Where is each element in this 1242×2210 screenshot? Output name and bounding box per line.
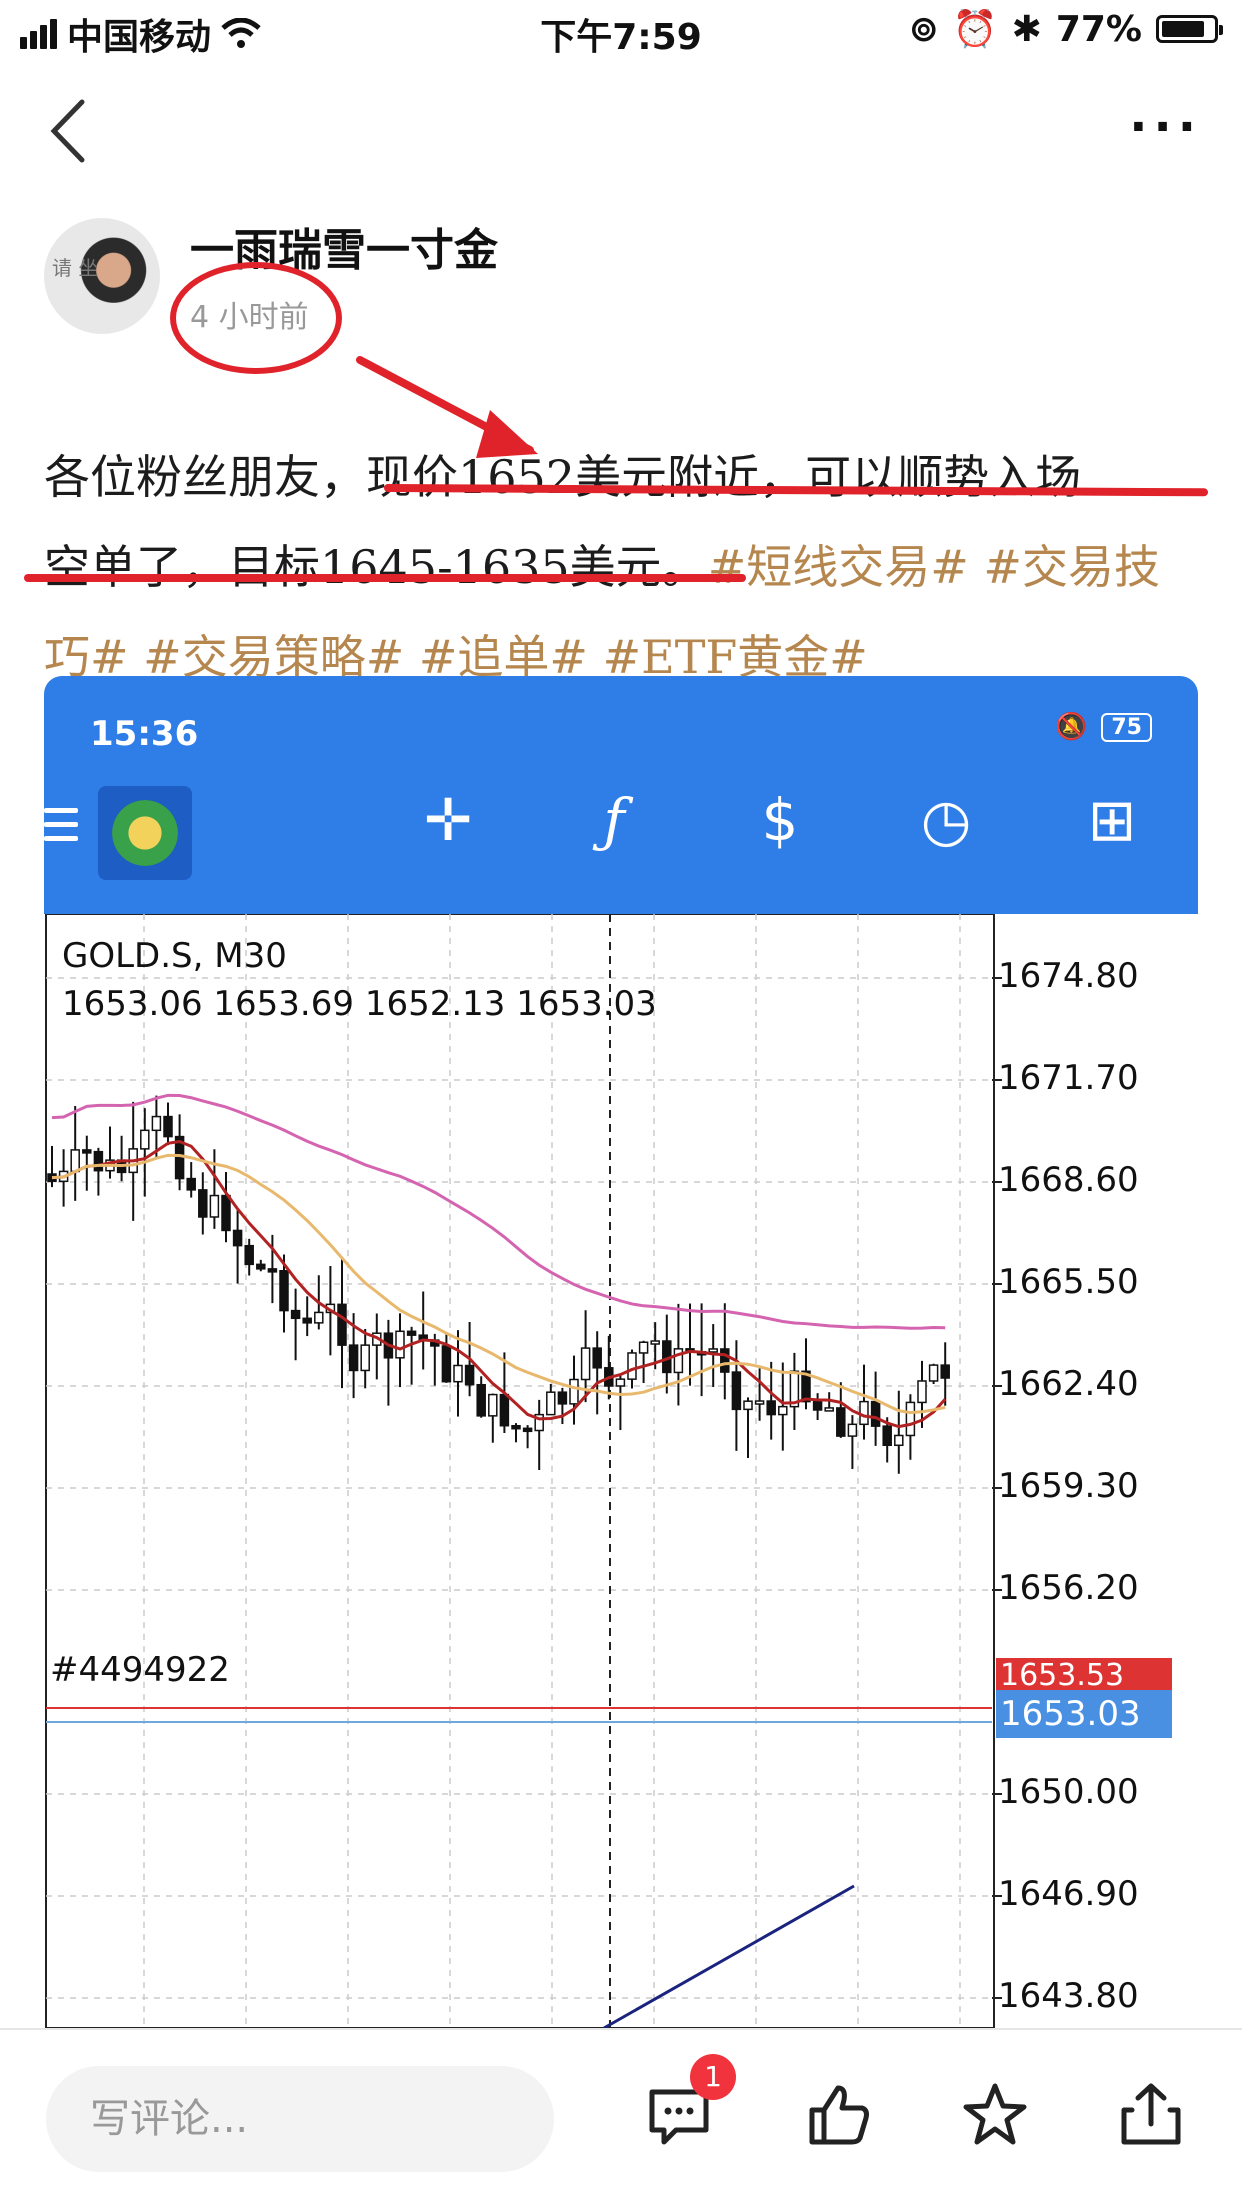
rotation-lock-icon: ⊚ <box>908 8 939 50</box>
price-level-label: 1656.20 <box>998 1568 1139 1608</box>
order-ticket: #4494922 <box>50 1650 230 1690</box>
battery-percent: 77% <box>1055 8 1142 50</box>
price-chart[interactable]: GOLD.S, M30 1653.06 1653.69 1652.13 1653… <box>44 914 1198 2028</box>
mute-icon: 🔕 <box>1055 712 1088 742</box>
mt-header: 15:36 🔕 75 ✛ ƒ $ ◷ ⊞ <box>44 676 1198 914</box>
bluetooth-icon: ✱ <box>1011 8 1042 50</box>
shot-status-time: 15:36 <box>90 714 199 754</box>
price-level-label: 1643.80 <box>998 1976 1139 2016</box>
shot-battery: 75 <box>1101 712 1152 742</box>
status-bar: 中国移动 下午7:59 ⊚ ⏰ ✱ 77% <box>0 0 1242 64</box>
status-right: ⊚ ⏰ ✱ 77% <box>908 8 1223 50</box>
annotation-circle <box>170 262 342 374</box>
embedded-screenshot[interactable]: 15:36 🔕 75 ✛ ƒ $ ◷ ⊞ GOLD.S, M30 1653.06… <box>44 676 1198 2028</box>
alarm-icon: ⏰ <box>952 9 998 50</box>
chart-symbol: GOLD.S, M30 <box>62 936 287 976</box>
price-level-label: 1662.40 <box>998 1364 1139 1404</box>
post-line-1: 各位粉丝朋友，现价1652美元附近，可以顺势入场 <box>44 432 1204 522</box>
price-level-label: 1659.30 <box>998 1466 1139 1506</box>
more-options-button[interactable]: ··· <box>1129 103 1202 151</box>
chevron-left-icon[interactable] <box>44 96 94 166</box>
price-level-label: 1665.50 <box>998 1262 1139 1302</box>
trade-icon: $ <box>761 786 799 854</box>
bottom-bar: 写评论... 1 <box>0 2028 1242 2210</box>
battery-icon <box>1156 15 1223 43</box>
like-icon[interactable] <box>804 2080 874 2150</box>
post-text-2a: 空单了，目标1645-1635美元。 <box>44 540 708 594</box>
hashtags-1[interactable]: #短线交易# #交易技 <box>708 540 1160 594</box>
order-price-box: 1653.53 <box>996 1658 1172 1690</box>
avatar-text: 请 坐 <box>52 256 99 280</box>
avatar[interactable]: 请 坐 <box>44 218 160 334</box>
price-level-label: 1646.90 <box>998 1874 1139 1914</box>
post-line-2: 空单了，目标1645-1635美元。#短线交易# #交易技 <box>44 522 1204 612</box>
annotation-underline-2 <box>24 574 746 582</box>
price-level-label: 1668.60 <box>998 1160 1139 1200</box>
new-order-icon: ⊞ <box>1087 786 1137 854</box>
chart-ohlc: 1653.06 1653.69 1652.13 1653.03 <box>62 984 657 1024</box>
shot-status-right: 🔕 75 <box>1055 712 1152 742</box>
post-text-1b: 现价1652美元附近，可以顺势入场 <box>366 450 1082 504</box>
clock-icon: ◷ <box>920 786 972 854</box>
star-icon[interactable] <box>960 2080 1030 2150</box>
comment-count-badge: 1 <box>690 2054 736 2100</box>
function-icon: ƒ <box>603 786 625 854</box>
post-text-1a: 各位粉丝朋友， <box>44 450 366 504</box>
price-level-label: 1650.00 <box>998 1772 1139 1812</box>
current-price-box: 1653.03 <box>996 1690 1172 1738</box>
metatrader-logo-icon <box>98 786 192 880</box>
post-body: 各位粉丝朋友，现价1652美元附近，可以顺势入场 空单了，目标1645-1635… <box>44 432 1204 702</box>
crosshair-icon: ✛ <box>423 786 473 854</box>
menu-icon <box>44 808 78 850</box>
price-level-label: 1671.70 <box>998 1058 1139 1098</box>
comment-input[interactable]: 写评论... <box>46 2066 554 2172</box>
share-icon[interactable] <box>1116 2080 1186 2150</box>
price-level-label: 1674.80 <box>998 956 1139 996</box>
